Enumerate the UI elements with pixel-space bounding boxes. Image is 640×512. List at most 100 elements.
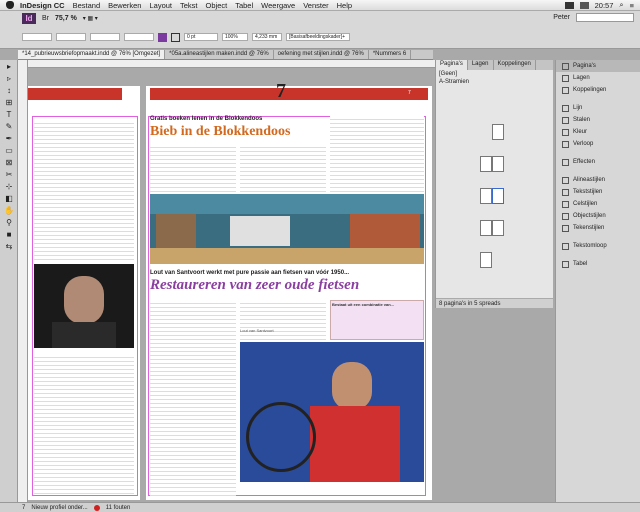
gradient-tool-icon[interactable]: ◧ <box>3 194 15 204</box>
stroke-swatch[interactable] <box>171 32 180 42</box>
tab-document-1[interactable]: *14_pubrieuwsbriefopmaakt.indd @ 76% [Om… <box>18 50 166 59</box>
page-thumb-1[interactable] <box>492 124 504 140</box>
status-icon[interactable] <box>564 1 574 9</box>
bicycle-photo[interactable] <box>240 342 424 482</box>
hand-tool-icon[interactable]: ✋ <box>3 206 15 216</box>
panel-swatches[interactable]: Stalen <box>556 114 640 126</box>
tab-document-2[interactable]: *05a.alineastijlen maken.indd @ 76% <box>165 50 274 59</box>
panel-effects[interactable]: Effecten <box>556 156 640 168</box>
panel-gradient[interactable]: Verloop <box>556 138 640 150</box>
article2-col2-text[interactable] <box>240 300 326 340</box>
scissors-tool-icon[interactable]: ✂ <box>3 170 15 180</box>
article-col3-text[interactable] <box>330 116 424 196</box>
panel-character-styles[interactable]: Tekenstijlen <box>556 222 640 234</box>
rotate-field[interactable] <box>124 33 154 41</box>
pencil-tool-icon[interactable]: ✎ <box>3 122 15 132</box>
page-thumb-5[interactable] <box>492 188 504 204</box>
page-thumb-7[interactable] <box>492 220 504 236</box>
menu-weergave[interactable]: Weergave <box>261 1 295 10</box>
gap-tool-icon[interactable]: ⊞ <box>3 98 15 108</box>
article2-kicker[interactable]: Lout van Santvoort werkt met pure passie… <box>150 270 349 276</box>
left-body-text[interactable] <box>34 120 134 260</box>
opacity-field[interactable]: 100% <box>222 33 248 41</box>
zoom-tool-icon[interactable]: ⚲ <box>3 218 15 228</box>
menu-object[interactable]: Object <box>206 1 228 10</box>
portrait-photo[interactable] <box>34 264 134 348</box>
selection-tool-icon[interactable]: ▸ <box>3 62 15 72</box>
left-page[interactable] <box>28 86 140 500</box>
list-icon[interactable]: ≡ <box>630 1 634 10</box>
panel-table-styles[interactable]: Tekststijlen <box>556 186 640 198</box>
document-canvas[interactable]: 7 7 Gratis boeken lenen in de Blokkendoo… <box>28 68 435 500</box>
left-body-text-2[interactable] <box>34 354 134 494</box>
article2-col1-text[interactable] <box>150 300 236 496</box>
page-thumb-4[interactable] <box>480 188 492 204</box>
type-tool-icon[interactable]: T <box>3 110 15 120</box>
bridge-button[interactable]: Br <box>42 15 49 22</box>
measure-field[interactable]: 4,233 mm <box>252 33 282 41</box>
fill-swatch[interactable] <box>158 32 167 42</box>
direct-selection-tool-icon[interactable]: ▹ <box>3 74 15 84</box>
rectangle-tool-icon[interactable]: ▭ <box>3 146 15 156</box>
article-headline[interactable]: Bieb in de Blokkendoos <box>150 124 290 140</box>
x-field[interactable] <box>22 33 52 41</box>
user-name[interactable]: Peter <box>553 14 570 21</box>
rectangle-frame-tool-icon[interactable]: ⊠ <box>3 158 15 168</box>
right-page[interactable]: 7 7 Gratis boeken lenen in de Blokkendoo… <box>146 80 432 500</box>
page-thumb-2[interactable] <box>480 156 492 172</box>
page-tool-icon[interactable]: ↕ <box>3 86 15 96</box>
panel-stroke[interactable]: Lijn <box>556 102 640 114</box>
zoom-level[interactable]: 75,7 % <box>55 15 77 22</box>
panel-paragraph-styles[interactable]: Alineastijlen <box>556 174 640 186</box>
master-none[interactable]: [Geen] <box>436 70 553 78</box>
menu-bewerken[interactable]: Bewerken <box>108 1 141 10</box>
panel-object-styles[interactable]: Objectstijlen <box>556 210 640 222</box>
panel-table[interactable]: Tabel <box>556 258 640 270</box>
panel-layers[interactable]: Lagen <box>556 72 640 84</box>
tab-layers[interactable]: Lagen <box>468 60 494 70</box>
tab-pages[interactable]: Pagina's <box>436 60 468 70</box>
page-thumb-3[interactable] <box>492 156 504 172</box>
page-indicator[interactable]: 7 <box>22 505 25 511</box>
wifi-icon[interactable] <box>579 1 589 9</box>
master-a-stramien[interactable]: A-Stramien <box>436 78 553 86</box>
panel-cell-styles[interactable]: Celstijlen <box>556 198 640 210</box>
tab-document-3[interactable]: oefening met stijlen.indd @ 76% <box>274 50 369 59</box>
article-col2-text[interactable] <box>240 144 326 194</box>
preflight-profile[interactable]: Nieuw profiel onder... <box>31 505 87 511</box>
object-style-field[interactable]: [Basisafbeeldingskader]+ <box>286 33 350 41</box>
menu-app-name[interactable]: InDesign CC <box>20 1 65 10</box>
clock[interactable]: 20:57 <box>595 1 614 10</box>
panel-links[interactable]: Koppelingen <box>556 84 640 96</box>
tab-document-4[interactable]: *Nummers 6 <box>369 50 412 59</box>
menu-bestand[interactable]: Bestand <box>73 1 101 10</box>
menu-tekst[interactable]: Tekst <box>180 1 198 10</box>
page-thumb-8[interactable] <box>480 252 492 268</box>
view-options-icon[interactable]: ▾ ▦ ▾ <box>83 15 98 22</box>
scale-field[interactable] <box>90 33 120 41</box>
error-count[interactable]: 11 fouten <box>106 505 131 511</box>
subtitle-text[interactable]: Lout van Santvoort <box>240 328 274 333</box>
menu-venster[interactable]: Venster <box>303 1 328 10</box>
article2-headline[interactable]: Restaureren van zeer oude fietsen <box>150 277 359 294</box>
menu-tabel[interactable]: Tabel <box>235 1 253 10</box>
tab-links[interactable]: Koppelingen <box>494 60 536 70</box>
stroke-weight-field[interactable]: 0 pt <box>184 33 218 41</box>
library-photo[interactable] <box>150 194 424 264</box>
horizontal-ruler[interactable] <box>28 60 435 68</box>
w-field[interactable] <box>56 33 86 41</box>
panel-text-wrap[interactable]: Tekstomloop <box>556 240 640 252</box>
tip-box[interactable]: Bestaat uit een combinatie van... <box>330 300 424 340</box>
fill-stroke-icon[interactable]: ■ <box>3 230 15 240</box>
menu-help[interactable]: Help <box>337 1 352 10</box>
vertical-ruler[interactable] <box>18 60 28 502</box>
menu-layout[interactable]: Layout <box>149 1 172 10</box>
pen-tool-icon[interactable]: ✒ <box>3 134 15 144</box>
swap-icon[interactable]: ⇆ <box>3 242 15 252</box>
panel-color[interactable]: Kleur <box>556 126 640 138</box>
panel-pages[interactable]: Pagina's <box>556 60 640 72</box>
apple-icon[interactable] <box>6 1 14 9</box>
page-thumb-6[interactable] <box>480 220 492 236</box>
search-field[interactable] <box>576 13 634 22</box>
article-kicker[interactable]: Gratis boeken lenen in de Blokkendoos <box>150 116 262 122</box>
